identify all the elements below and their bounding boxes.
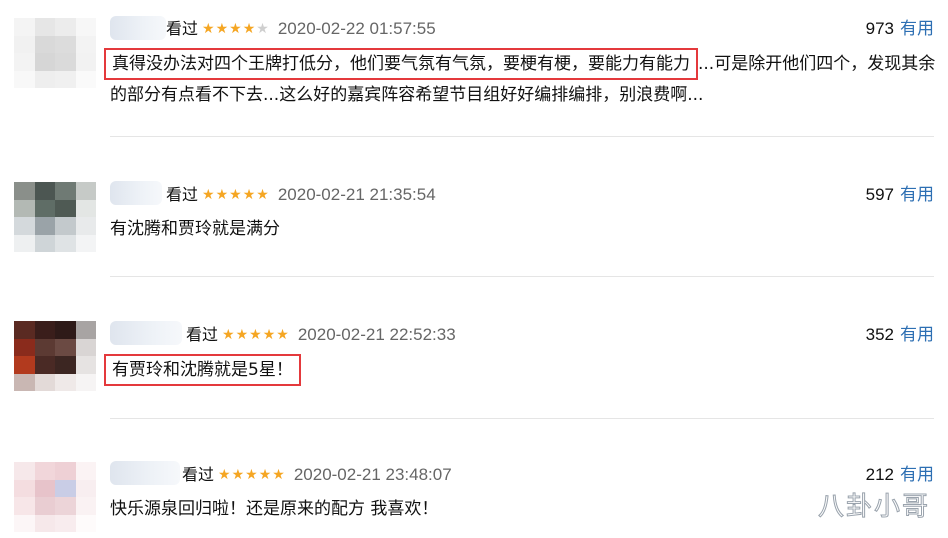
divider: [110, 276, 934, 277]
vote-area: 973 有用: [866, 19, 934, 39]
avatar[interactable]: [14, 462, 96, 532]
rating-stars: ★ ★ ★ ★ ★: [222, 327, 290, 343]
star-icon: ★: [242, 187, 256, 203]
comment-time: 2020-02-21 22:52:33: [297, 325, 456, 344]
useful-button[interactable]: 有用: [900, 465, 934, 485]
star-icon: ★: [272, 467, 285, 483]
star-icon: ★: [222, 327, 235, 343]
username-blurred[interactable]: [110, 321, 182, 345]
star-icon: ★: [215, 21, 229, 37]
star-icon: ★: [276, 327, 289, 343]
useful-button[interactable]: 有用: [900, 185, 934, 205]
comment-text: 有沈腾和贾玲就是满分: [110, 219, 280, 239]
star-icon: ★: [218, 467, 231, 483]
star-icon: ★: [202, 21, 215, 37]
divider: [110, 136, 934, 137]
vote-area: 352 有用: [866, 325, 934, 345]
watched-label: 看过: [186, 325, 219, 344]
star-icon: ★: [245, 467, 258, 483]
star-icon: ★: [242, 21, 256, 37]
star-empty-icon: ★: [256, 21, 269, 37]
highlighted-text: 有贾玲和沈腾就是5星！: [104, 354, 301, 386]
star-icon: ★: [231, 467, 245, 483]
star-icon: ★: [262, 327, 276, 343]
vote-count: 597: [865, 185, 894, 204]
username-blurred[interactable]: [110, 461, 180, 485]
rating-stars: ★ ★ ★ ★ ★: [202, 21, 270, 37]
watermark: 八卦小哥: [817, 492, 930, 523]
comment-text: 快乐源泉回归啦！还是原来的配方 我喜欢！: [110, 499, 439, 519]
avatar[interactable]: [14, 321, 96, 391]
vote-count: 973: [865, 19, 894, 38]
divider: [110, 418, 934, 419]
username-blurred[interactable]: [110, 181, 162, 205]
comment-meta: 看过 ★ ★ ★ ★ ★ 2020-02-21 21:35:54: [166, 185, 436, 205]
comment-text: 有贾玲和沈腾就是5星！: [104, 354, 936, 386]
star-icon: ★: [229, 21, 242, 37]
comment-time: 2020-02-21 23:48:07: [293, 465, 452, 484]
vote-count: 212: [865, 465, 894, 484]
comment-meta: 看过 ★ ★ ★ ★ ★ 2020-02-21 23:48:07: [182, 465, 452, 485]
rating-stars: ★ ★ ★ ★ ★: [218, 467, 286, 483]
star-icon: ★: [202, 187, 215, 203]
watched-label: 看过: [166, 185, 199, 204]
avatar[interactable]: [14, 182, 96, 252]
star-icon: ★: [215, 187, 229, 203]
vote-area: 597 有用: [866, 185, 934, 205]
vote-area: 212 有用: [866, 465, 934, 485]
vote-count: 352: [865, 325, 894, 344]
watched-label: 看过: [182, 465, 215, 484]
comment-text: 真得没办法对四个王牌打低分，他们要气氛有气氛，要梗有梗，要能力有能力 ...可是除…: [104, 48, 936, 111]
username-blurred[interactable]: [110, 16, 166, 40]
star-icon: ★: [258, 467, 272, 483]
comment-meta: 看过 ★ ★ ★ ★ ★ 2020-02-21 22:52:33: [186, 325, 456, 345]
avatar[interactable]: [14, 18, 96, 88]
star-icon: ★: [235, 327, 249, 343]
watched-label: 看过: [166, 19, 199, 38]
useful-button[interactable]: 有用: [900, 325, 934, 345]
highlighted-text: 真得没办法对四个王牌打低分，他们要气氛有气氛，要梗有梗，要能力有能力: [104, 48, 698, 80]
comment-time: 2020-02-21 21:35:54: [277, 185, 436, 204]
comment-meta: 看过 ★ ★ ★ ★ ★ 2020-02-22 01:57:55: [166, 19, 436, 39]
comment-time: 2020-02-22 01:57:55: [277, 19, 436, 38]
star-icon: ★: [229, 187, 242, 203]
useful-button[interactable]: 有用: [900, 19, 934, 39]
star-icon: ★: [256, 187, 269, 203]
rating-stars: ★ ★ ★ ★ ★: [202, 187, 270, 203]
star-icon: ★: [249, 327, 262, 343]
